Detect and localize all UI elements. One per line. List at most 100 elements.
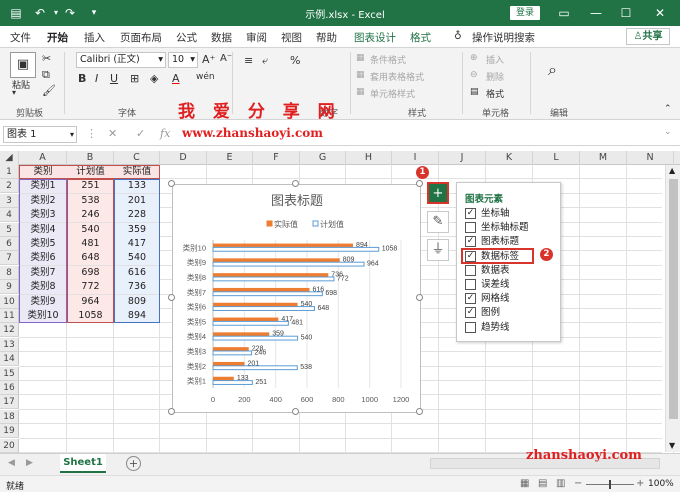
- chart-element-item[interactable]: 误差线: [465, 278, 510, 291]
- checkbox[interactable]: [465, 279, 476, 290]
- tab-insert[interactable]: 插入: [84, 30, 105, 45]
- column-header-g[interactable]: G: [300, 151, 346, 165]
- increase-font-icon[interactable]: A⁺: [202, 53, 215, 66]
- tab-home[interactable]: 开始: [47, 30, 68, 50]
- undo-icon[interactable]: ↶: [32, 5, 48, 21]
- confirm-icon[interactable]: ✓: [136, 127, 145, 140]
- paste-dropdown-icon[interactable]: ▾: [12, 88, 16, 97]
- row-header-3[interactable]: 3: [0, 193, 19, 208]
- copy-icon[interactable]: ⧉: [42, 68, 50, 82]
- minimize-icon[interactable]: —: [588, 5, 604, 21]
- row-header-9[interactable]: 9: [0, 280, 19, 295]
- row-header-5[interactable]: 5: [0, 222, 19, 237]
- row-header-1[interactable]: 1: [0, 165, 19, 179]
- checkbox[interactable]: ✓: [465, 208, 476, 219]
- customize-toolbar-icon[interactable]: ▾: [86, 5, 102, 21]
- column-header-i[interactable]: I: [392, 151, 439, 165]
- chart-element-item[interactable]: ✓ 图表标题: [465, 235, 519, 248]
- column-header-j[interactable]: J: [439, 151, 486, 165]
- row-header-18[interactable]: 18: [0, 409, 19, 424]
- delete-cells-button[interactable]: 删除: [486, 70, 504, 83]
- column-header-d[interactable]: D: [160, 151, 207, 165]
- zoom-level[interactable]: 100%: [648, 479, 674, 489]
- sheet-tab-sheet1[interactable]: Sheet1: [60, 454, 106, 473]
- percent-icon[interactable]: %: [290, 54, 300, 67]
- chart-area[interactable]: 图表标题 实际值 计划值 0 200 400 600 800 1000 1200 类别1 133 251…: [172, 184, 421, 413]
- close-icon[interactable]: ✕: [652, 5, 668, 21]
- page-break-view-icon[interactable]: ▥: [556, 478, 565, 489]
- row-header-8[interactable]: 8: [0, 265, 19, 280]
- column-header-n[interactable]: N: [627, 151, 674, 165]
- row-header-12[interactable]: 12: [0, 323, 19, 338]
- chart-element-item[interactable]: ✓ 网格线: [465, 292, 510, 305]
- column-header-e[interactable]: E: [207, 151, 253, 165]
- column-header-h[interactable]: H: [346, 151, 392, 165]
- tab-help[interactable]: 帮助: [316, 30, 337, 45]
- search-icon[interactable]: ⌕: [548, 60, 557, 80]
- column-header-m[interactable]: M: [580, 151, 627, 165]
- name-box[interactable]: 图表 1 ▾: [3, 126, 77, 143]
- scroll-down-icon[interactable]: ▼: [669, 441, 675, 450]
- cell-style-button[interactable]: 单元格样式: [370, 87, 415, 100]
- tab-format[interactable]: 格式: [410, 30, 431, 45]
- bold-button[interactable]: B: [78, 72, 86, 85]
- chart-styles-button[interactable]: ✎: [427, 211, 449, 233]
- font-name-select[interactable]: Calibri (正文) ▾: [76, 52, 166, 68]
- checkbox[interactable]: ✓: [465, 293, 476, 305]
- resize-handle[interactable]: [168, 180, 175, 187]
- format-cells-button[interactable]: 格式: [486, 87, 504, 100]
- row-header-10[interactable]: 10: [0, 294, 19, 309]
- zoom-slider-thumb[interactable]: [609, 480, 611, 489]
- resize-handle[interactable]: [416, 180, 423, 187]
- scroll-thumb[interactable]: [669, 179, 678, 419]
- resize-handle[interactable]: [416, 294, 423, 301]
- tell-me-search[interactable]: 操作说明搜索: [472, 30, 535, 45]
- vertical-scrollbar[interactable]: ▲ ▼: [665, 165, 680, 452]
- login-button[interactable]: 登录: [510, 6, 540, 20]
- column-header-b[interactable]: B: [67, 151, 114, 165]
- column-header-a[interactable]: A: [19, 151, 67, 165]
- fill-color-icon[interactable]: ◈: [150, 72, 158, 85]
- column-header-c[interactable]: C: [114, 151, 160, 165]
- checkbox[interactable]: ✓: [465, 236, 476, 248]
- row-header-6[interactable]: 6: [0, 237, 19, 251]
- resize-handle[interactable]: [168, 294, 175, 301]
- paste-icon[interactable]: ▣: [10, 52, 36, 78]
- tab-scroll-right-icon[interactable]: ▶: [26, 458, 33, 468]
- add-sheet-button[interactable]: +: [126, 456, 141, 471]
- cancel-icon[interactable]: ✕: [108, 127, 117, 140]
- chart-element-item[interactable]: ✓ 坐标轴: [465, 207, 510, 220]
- font-size-select[interactable]: 10 ▾: [168, 52, 198, 68]
- checkbox[interactable]: [465, 321, 476, 333]
- column-header-k[interactable]: K: [486, 151, 533, 165]
- insert-cells-button[interactable]: 插入: [486, 53, 504, 66]
- borders-icon[interactable]: ⊞: [130, 72, 139, 85]
- page-layout-view-icon[interactable]: ▤: [538, 478, 547, 489]
- save-icon[interactable]: ▤: [8, 5, 24, 21]
- normal-view-icon[interactable]: ▦: [520, 478, 529, 489]
- italic-button[interactable]: I: [95, 72, 98, 85]
- checkbox[interactable]: [465, 222, 476, 234]
- row-header-17[interactable]: 17: [0, 395, 19, 410]
- format-painter-icon[interactable]: 🖌: [42, 84, 56, 97]
- restore-icon[interactable]: ▭: [556, 5, 572, 21]
- decrease-font-icon[interactable]: A⁻: [220, 53, 232, 64]
- align-icon[interactable]: ≡: [244, 54, 253, 67]
- chart-filters-button[interactable]: ⏚: [427, 239, 449, 261]
- tab-page-layout[interactable]: 页面布局: [120, 30, 162, 45]
- fx-icon[interactable]: fx: [160, 127, 170, 140]
- row-header-2[interactable]: 2: [0, 179, 19, 194]
- chart-element-item[interactable]: 趋势线: [465, 321, 510, 334]
- collapse-ribbon-icon[interactable]: ⌃: [664, 104, 672, 114]
- tab-data[interactable]: 数据: [211, 30, 232, 45]
- chart-element-item[interactable]: 坐标轴标题: [465, 221, 529, 234]
- column-header-f[interactable]: F: [253, 151, 300, 165]
- resize-handle[interactable]: [292, 408, 299, 415]
- tab-review[interactable]: 审阅: [246, 30, 267, 45]
- row-header-11[interactable]: 11: [0, 309, 19, 323]
- checkbox[interactable]: ✓: [465, 307, 476, 319]
- row-header-20[interactable]: 20: [0, 438, 19, 453]
- resize-handle[interactable]: [416, 408, 423, 415]
- resize-handle[interactable]: [292, 180, 299, 187]
- row-header-16[interactable]: 16: [0, 381, 19, 395]
